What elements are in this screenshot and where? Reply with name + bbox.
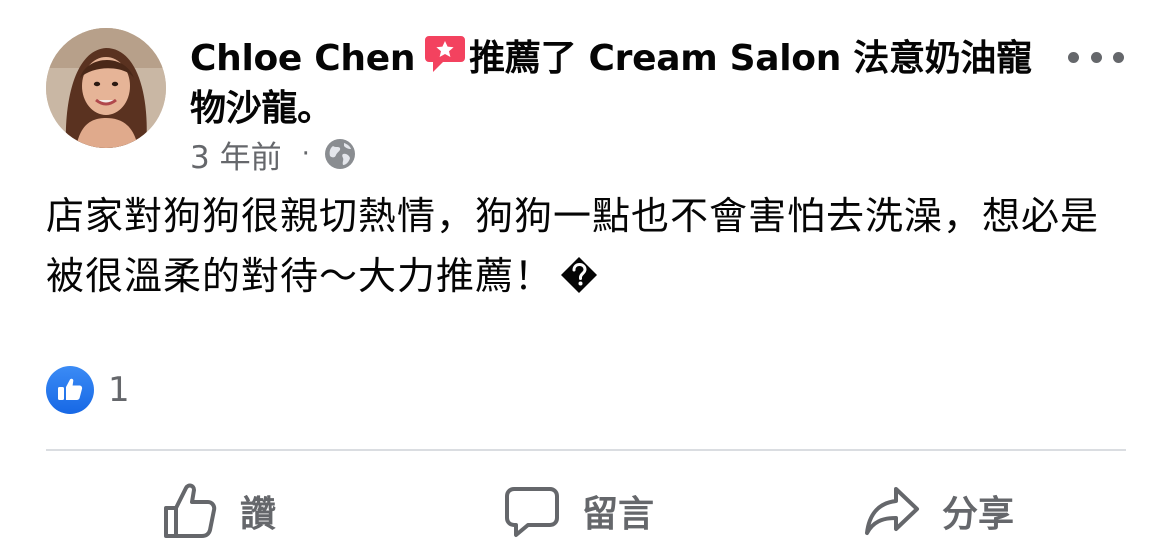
more-dot-icon	[1113, 51, 1124, 63]
post-body: 店家對狗狗很親切熱情，狗狗一點也不會害怕去洗澡，想必是被很溫柔的對待～大力推薦！	[46, 186, 1126, 306]
share-label: 分享	[942, 494, 1015, 535]
comment-label: 留言	[582, 494, 655, 535]
post-meta: 3 年前 ·	[190, 132, 356, 176]
more-dot-icon	[1090, 51, 1102, 63]
share-arrow-icon	[865, 487, 919, 535]
share-button[interactable]: 分享	[864, 470, 1014, 552]
like-badge-icon	[46, 366, 94, 414]
comment-button[interactable]: 留言	[504, 470, 654, 552]
meta-separator: ·	[301, 139, 310, 169]
more-dot-icon	[1068, 51, 1079, 63]
like-label: 讚	[240, 494, 277, 535]
author-name[interactable]: Chloe Chen	[190, 38, 415, 79]
like-button[interactable]: 讚	[162, 470, 276, 552]
reaction-summary[interactable]: 1	[46, 364, 130, 416]
post-timestamp[interactable]: 3 年前	[190, 132, 282, 177]
post-action-bar: 讚 留言 分享	[46, 470, 1126, 552]
globe-icon	[324, 138, 356, 170]
recommend-icon	[423, 32, 467, 76]
post-card: Chloe Chen 推薦了 Cream Salon 法意奶油寵物沙龍。 3 年…	[0, 0, 1170, 555]
reaction-count: 1	[108, 370, 130, 410]
unknown-glyph-icon	[559, 252, 599, 293]
thumbs-up-icon	[164, 483, 217, 538]
post-header-line: Chloe Chen 推薦了 Cream Salon 法意奶油寵物沙龍。	[190, 32, 1060, 134]
comment-bubble-icon	[505, 487, 559, 537]
author-avatar[interactable]	[46, 28, 166, 148]
divider	[46, 449, 1126, 451]
more-options-button[interactable]	[1068, 42, 1124, 72]
